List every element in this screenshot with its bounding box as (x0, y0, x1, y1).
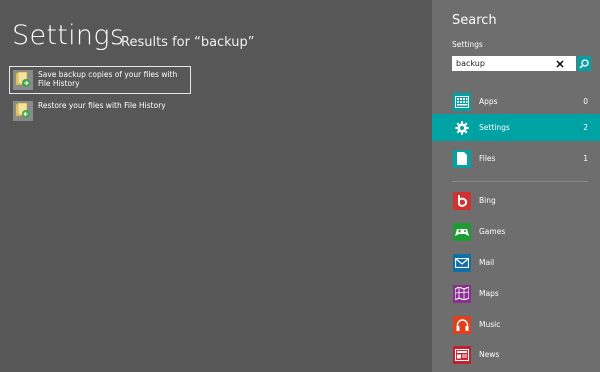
page-title: Settings (12, 20, 125, 51)
search-input[interactable] (452, 59, 554, 68)
result-item-save-backup[interactable]: Save backup copies of your files with Fi… (9, 66, 191, 94)
mail-icon (453, 253, 471, 272)
app-mail[interactable]: Mail (432, 249, 600, 276)
category-label: Files (479, 154, 496, 163)
result-count: 0 (583, 97, 588, 106)
gamepad-icon (453, 222, 471, 241)
category-settings[interactable]: Settings 2 (432, 114, 600, 141)
search-charm: Search Settings Apps 0 Settings 2 (432, 0, 600, 372)
result-label: Restore your files with File History (38, 101, 166, 110)
result-item-restore-files[interactable]: Restore your files with File History (10, 98, 190, 124)
headphones-icon (453, 315, 471, 334)
app-label: Bing (479, 196, 496, 205)
clear-search-button[interactable] (554, 56, 566, 71)
app-label: Music (479, 320, 501, 329)
search-box (452, 56, 576, 71)
app-music[interactable]: Music (432, 311, 600, 338)
app-label: Games (479, 227, 506, 236)
divider (452, 181, 588, 182)
gear-icon (453, 118, 471, 137)
app-maps[interactable]: Maps (432, 280, 600, 307)
result-count: 1 (583, 154, 588, 163)
app-label: News (479, 350, 500, 359)
category-files[interactable]: Files 1 (432, 145, 600, 172)
category-label: Apps (479, 97, 498, 106)
category-apps[interactable]: Apps 0 (432, 88, 600, 115)
close-icon (556, 60, 564, 67)
search-scope-label: Settings (452, 40, 483, 49)
result-label: Save backup copies of your files with Fi… (38, 70, 178, 88)
category-label: Settings (479, 123, 510, 132)
results-subtitle: Results for “backup” (121, 35, 255, 50)
app-label: Maps (479, 289, 499, 298)
results-panel: Settings Results for “backup” Save backu… (0, 0, 432, 372)
news-icon (453, 345, 471, 364)
app-label: Mail (479, 258, 495, 267)
apps-icon (453, 92, 471, 111)
file-history-icon (13, 70, 33, 90)
app-news[interactable]: News (432, 341, 600, 368)
bing-icon (453, 191, 471, 210)
search-icon (579, 58, 589, 69)
search-button[interactable] (577, 56, 591, 71)
file-icon (453, 149, 471, 168)
charm-title: Search (452, 13, 497, 28)
app-games[interactable]: Games (432, 218, 600, 245)
file-history-icon (13, 101, 33, 121)
result-count: 2 (583, 123, 588, 132)
map-icon (453, 284, 471, 303)
app-bing[interactable]: Bing (432, 187, 600, 214)
